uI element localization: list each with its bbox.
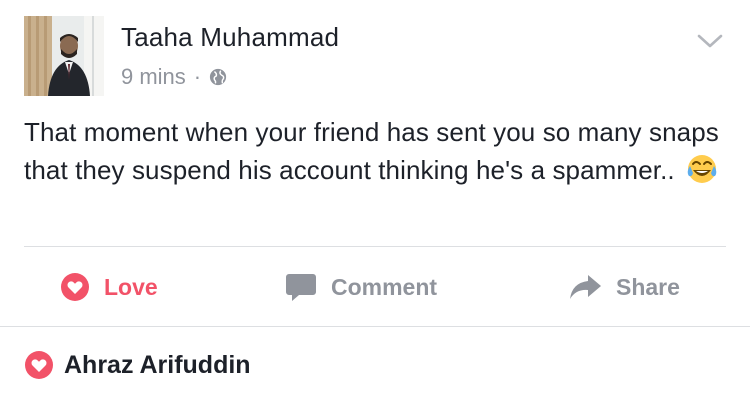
post-timestamp[interactable]: 9 mins — [121, 64, 186, 90]
love-reaction-icon — [25, 351, 53, 379]
meta-separator: · — [193, 64, 202, 89]
post-author-name[interactable]: Taaha Muhammad — [121, 22, 339, 53]
tears-of-joy-emoji-icon — [687, 155, 717, 183]
reactions-summary[interactable]: Ahraz Arifuddin — [24, 350, 251, 380]
comment-button[interactable]: Comment — [285, 247, 437, 327]
love-label: Love — [104, 273, 158, 300]
post-body: That moment when your friend has sent yo… — [24, 113, 724, 189]
comment-icon — [286, 274, 316, 301]
globe-icon[interactable] — [209, 68, 227, 86]
avatar-image — [24, 16, 104, 96]
post-meta: 9 mins · — [121, 64, 227, 90]
love-button[interactable]: Love — [60, 247, 158, 327]
post-text: That moment when your friend has sent yo… — [24, 117, 719, 185]
share-button[interactable]: Share — [568, 247, 680, 327]
section-divider — [0, 326, 750, 327]
share-arrow-icon — [570, 275, 601, 299]
action-bar: Love Comment Share — [0, 247, 750, 327]
reactor-name[interactable]: Ahraz Arifuddin — [64, 351, 251, 380]
comment-label: Comment — [331, 273, 438, 300]
love-reaction-icon — [61, 273, 89, 301]
share-label: Share — [616, 273, 680, 300]
post-card: Taaha Muhammad 9 mins · That moment when… — [0, 0, 750, 400]
chevron-down-icon[interactable] — [697, 33, 723, 49]
avatar[interactable] — [24, 16, 104, 96]
